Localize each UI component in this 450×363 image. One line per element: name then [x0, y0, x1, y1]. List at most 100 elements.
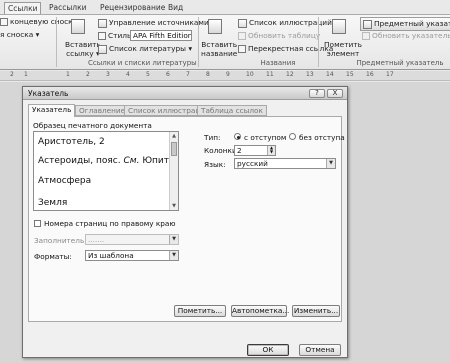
style-select[interactable]: APA Fifth Edition — [130, 30, 192, 41]
index-dialog: Указатель ? X Указатель Оглавление Списо… — [22, 86, 348, 358]
insert-citation-label-1: Вставить — [65, 40, 101, 49]
columns-value: 2 — [237, 146, 242, 155]
style-select-value: APA Fifth Edition — [133, 31, 192, 40]
footnote-menu-button[interactable]: я сноска ▾ — [0, 30, 39, 39]
group-label-citations: Ссылки и списки литературы — [88, 59, 197, 67]
group-label-captions: Названия — [260, 59, 296, 67]
help-button[interactable]: ? — [309, 89, 325, 98]
right-align-checkbox[interactable] — [34, 220, 41, 227]
index-tab-panel: Образец печатного документа Аристотель, … — [28, 116, 345, 322]
next-endnote-label: концевую сноску — [10, 17, 78, 26]
manage-sources-label: Управление источниками — [109, 18, 209, 27]
ruler-number: 7 — [186, 71, 190, 78]
manage-sources-button[interactable]: Управление источниками — [98, 18, 209, 28]
columns-stepper[interactable]: 2 ▲ ▼ — [234, 145, 276, 156]
tab-review[interactable]: Рецензирование — [100, 2, 165, 14]
spin-arrows-icon[interactable]: ▲ ▼ — [267, 146, 275, 155]
preview-scrollbar[interactable]: ▲ ▼ — [169, 132, 178, 210]
ruler-number: 12 — [286, 71, 294, 78]
update-index-label: Обновить указатель — [372, 31, 450, 40]
type-runin-radio[interactable] — [289, 133, 296, 140]
tab-leader-value: ....... — [88, 235, 105, 244]
tab-table-of-contents[interactable]: Оглавление — [75, 105, 130, 116]
mark-entry-button[interactable]: Пометить элемент — [324, 40, 362, 58]
chevron-down-icon[interactable]: ▼ — [169, 251, 178, 260]
language-select[interactable]: русский ▼ — [234, 158, 336, 169]
close-button[interactable]: X — [327, 89, 343, 98]
ruler-number: 3 — [106, 71, 110, 78]
insert-index-button[interactable]: Предметный указатель — [360, 17, 450, 31]
update-index-button[interactable]: Обновить указатель — [362, 31, 450, 40]
chevron-down-icon[interactable]: ▼ — [169, 235, 178, 244]
ruler-number: 10 — [246, 71, 254, 78]
table-of-figures-label: Список иллюстраций — [249, 18, 332, 27]
chevron-down-icon[interactable]: ▼ — [326, 159, 335, 168]
ruler-number: 14 — [326, 71, 334, 78]
language-value: русский — [237, 159, 268, 168]
dialog-title: Указатель — [28, 89, 69, 98]
bibliography-label: Список литературы — [109, 44, 186, 53]
formats-label: Форматы: — [34, 252, 72, 261]
ruler-number: 6 — [166, 71, 170, 78]
mark-entry-icon — [332, 19, 346, 34]
next-endnote-button[interactable]: концевую сноску — [0, 17, 77, 26]
modify-button[interactable]: Изменить... — [292, 305, 340, 317]
preview-entry: Земля — [38, 198, 68, 208]
ribbon-separator — [56, 17, 57, 67]
formats-select[interactable]: Из шаблона ▼ — [85, 250, 179, 261]
scroll-thumb[interactable] — [171, 142, 177, 156]
style-control: Стиль: — [98, 31, 134, 40]
manage-sources-icon — [98, 18, 107, 28]
print-preview: Аристотель, 2 Астероиды, пояс. См. Юпите… — [33, 131, 179, 211]
preview-entry: Астероиды, пояс. См. Юпитер — [38, 156, 179, 166]
ruler-number: 15 — [346, 71, 354, 78]
tab-references[interactable]: Ссылки — [4, 2, 42, 14]
footnote-menu-label: я сноска — [0, 30, 34, 39]
scroll-up-icon[interactable]: ▲ — [170, 132, 178, 140]
bibliography-button[interactable]: Список литературы ▾ — [98, 44, 192, 54]
mark-entry-label-2: элемент — [326, 49, 360, 58]
scroll-down-icon[interactable]: ▼ — [170, 202, 178, 210]
table-of-figures-icon — [238, 18, 247, 28]
tab-index[interactable]: Указатель — [28, 104, 76, 117]
ruler-number: 8 — [206, 71, 210, 78]
update-table-icon — [238, 32, 246, 40]
type-label: Тип: — [204, 133, 221, 142]
mark-entry-button[interactable]: Пометить... — [174, 305, 226, 317]
ok-button[interactable]: ОК — [247, 344, 289, 356]
type-indented-radio[interactable] — [234, 133, 241, 140]
right-align-label: Номера страниц по правому краю — [44, 219, 176, 228]
footnote-icon — [0, 18, 8, 26]
ruler[interactable]: 1 2 1 2 3 4 5 6 7 8 9 10 11 12 13 14 15 … — [0, 71, 450, 81]
insert-citation-icon — [71, 19, 85, 34]
dialog-titlebar[interactable]: Указатель ? X — [23, 87, 347, 100]
automark-button[interactable]: Автопометка... — [231, 305, 289, 317]
mark-entry-label-1: Пометить — [324, 40, 362, 49]
chevron-down-icon: ▾ — [35, 30, 40, 39]
tab-table-of-authorities[interactable]: Таблица ссылок — [197, 105, 267, 116]
update-index-icon — [362, 32, 370, 40]
bibliography-icon — [98, 44, 107, 54]
insert-caption-icon — [208, 19, 222, 34]
update-table-button[interactable]: Обновить таблицу — [238, 31, 320, 40]
group-label-index: Предметный указатель — [356, 59, 444, 67]
insert-caption-label-1: Вставить — [201, 40, 238, 49]
insert-citation-button[interactable]: Вставить ссылку ▾ — [65, 40, 101, 58]
ruler-number: 1 — [66, 71, 70, 78]
tab-leader-select[interactable]: ....... ▼ — [85, 234, 179, 245]
insert-index-label: Предметный указатель — [374, 19, 450, 28]
ruler-number: 2 — [86, 71, 90, 78]
insert-index-icon — [363, 19, 372, 29]
cross-reference-icon — [238, 45, 246, 53]
tab-mailings[interactable]: Рассылки — [49, 2, 87, 14]
insert-caption-button[interactable]: Вставить название — [201, 40, 237, 58]
type-indented-label: с отступом — [244, 133, 287, 142]
preview-label: Образец печатного документа — [33, 121, 152, 130]
insert-citation-label-2: ссылку ▾ — [66, 49, 100, 58]
tab-view[interactable]: Вид — [168, 2, 183, 14]
language-label: Язык: — [204, 160, 226, 169]
preview-entry: Атмосфера — [38, 176, 92, 186]
cancel-button[interactable]: Отмена — [299, 344, 341, 356]
formats-value: Из шаблона — [88, 251, 134, 260]
ribbon: концевую сноску я сноска ▾ Вставить ссыл… — [0, 14, 450, 70]
